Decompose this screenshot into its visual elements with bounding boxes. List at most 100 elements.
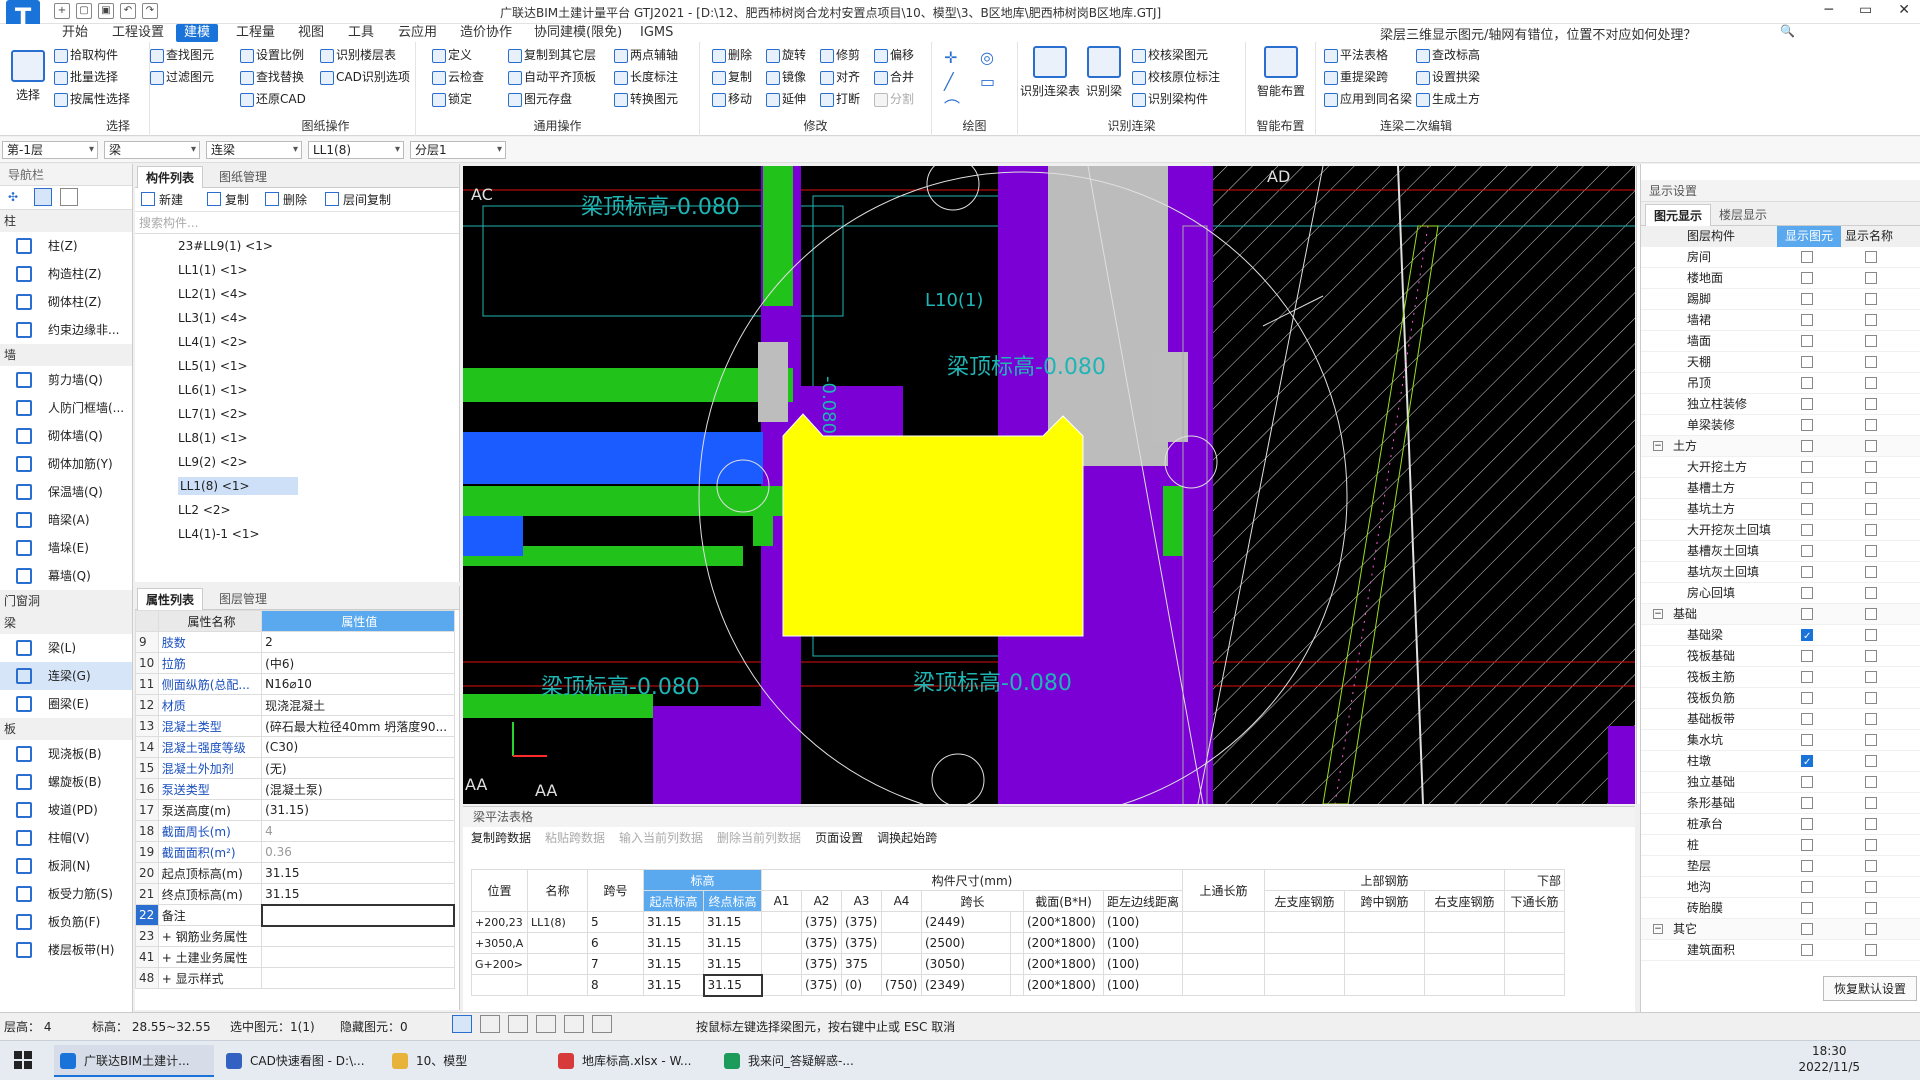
- beam-cell-a3[interactable]: 375: [841, 953, 882, 975]
- generate-earthwork-button[interactable]: 生成土方: [1414, 90, 1480, 108]
- show-name-checkbox[interactable]: [1865, 251, 1877, 263]
- show-element-checkbox[interactable]: [1801, 818, 1813, 830]
- select-by-attribute-button[interactable]: 按属性选择: [52, 90, 130, 108]
- help-question[interactable]: 梁层三维显示图元/轴网有错位，位置不对应如何处理？: [1380, 24, 1696, 43]
- merge-button[interactable]: 合并: [872, 68, 914, 86]
- property-row[interactable]: 10 拉筋 (中6): [135, 652, 455, 674]
- property-row[interactable]: 9 肢数 2: [135, 631, 455, 653]
- show-name-checkbox[interactable]: [1865, 776, 1877, 788]
- menu-view[interactable]: 视图: [298, 24, 324, 42]
- beam-cell-c3[interactable]: [1344, 974, 1426, 996]
- component-list-item[interactable]: LL1(8) <1>: [135, 474, 459, 498]
- break-button[interactable]: 打断: [818, 90, 860, 108]
- property-row[interactable]: 23 + 钢筋业务属性: [135, 925, 455, 947]
- nav-item[interactable]: 连梁(G): [0, 662, 132, 690]
- restore-cad-button[interactable]: 还原CAD: [238, 90, 306, 108]
- taskbar-app-button[interactable]: 10、模型: [386, 1045, 546, 1077]
- beam-cell-len[interactable]: (2349): [921, 974, 1011, 996]
- show-name-checkbox[interactable]: [1865, 650, 1877, 662]
- beam-cell-span[interactable]: 8: [587, 974, 644, 996]
- new-file-icon[interactable]: +: [54, 3, 70, 19]
- beam-cell-dist[interactable]: (100): [1102, 911, 1184, 933]
- minimize-icon[interactable]: ─: [1825, 2, 1833, 18]
- show-element-checkbox[interactable]: [1801, 734, 1813, 746]
- beam-table-op-button[interactable]: 复制跨数据: [471, 831, 531, 845]
- show-name-checkbox[interactable]: [1865, 461, 1877, 473]
- cloud-check-button[interactable]: 云检查: [430, 68, 484, 86]
- point-draw-icon[interactable]: ✛: [944, 48, 957, 67]
- nav-item[interactable]: 梁(L): [0, 634, 132, 662]
- beam-cell-c5[interactable]: [1504, 953, 1566, 975]
- nav-item[interactable]: 柱帽(V): [0, 824, 132, 852]
- menu-project-settings[interactable]: 工程设置: [112, 24, 164, 42]
- beam-cell-span[interactable]: 7: [587, 953, 644, 975]
- nav-item[interactable]: 板负筋(F): [0, 908, 132, 936]
- tab-layer-management[interactable]: 图层管理: [211, 588, 275, 610]
- show-element-checkbox[interactable]: [1801, 503, 1813, 515]
- property-value[interactable]: 31.15: [261, 883, 455, 905]
- dynamic-input-icon[interactable]: [592, 1015, 612, 1033]
- property-value[interactable]: 0.36: [261, 841, 455, 863]
- nav-item[interactable]: 柱(Z): [0, 232, 132, 260]
- delete-component-button[interactable]: 删除: [265, 191, 307, 208]
- show-name-checkbox[interactable]: [1865, 377, 1877, 389]
- copy-component-button[interactable]: 复制: [207, 191, 249, 208]
- menu-collab-modeling[interactable]: 协同建模(限免): [534, 24, 622, 42]
- beam-cell-sec[interactable]: (200*1800): [1023, 953, 1104, 975]
- beam-cell-dist[interactable]: (100): [1102, 953, 1184, 975]
- set-arch-beam-button[interactable]: 设置拱梁: [1414, 68, 1480, 86]
- beam-cell-sec[interactable]: (200*1800): [1023, 911, 1104, 933]
- beam-cell-c2[interactable]: [1264, 953, 1346, 975]
- menu-cloud[interactable]: 云应用: [398, 24, 437, 42]
- floor-select[interactable]: 第-1层: [2, 141, 98, 159]
- property-row[interactable]: 20 起点顶标高(m) 31.15: [135, 862, 455, 884]
- define-button[interactable]: 定义: [430, 46, 472, 64]
- beam-cell-a4[interactable]: [881, 911, 922, 933]
- show-name-checkbox[interactable]: [1865, 482, 1877, 494]
- property-row[interactable]: 19 截面面积(m²) 0.36: [135, 841, 455, 863]
- show-element-checkbox[interactable]: [1801, 314, 1813, 326]
- component-select[interactable]: LL1(8): [308, 141, 404, 159]
- tab-floor-display[interactable]: 楼层显示: [1711, 204, 1775, 226]
- show-name-checkbox[interactable]: [1865, 839, 1877, 851]
- close-icon[interactable]: ✕: [1898, 2, 1910, 18]
- beam-cell-len2[interactable]: [1009, 911, 1025, 933]
- show-name-checkbox[interactable]: [1865, 860, 1877, 872]
- beam-table-row[interactable]: +3050,A 6 31.15 31.15 (375) (375) (2500) (200*1…: [471, 932, 1566, 954]
- property-row[interactable]: 41 + 土建业务属性: [135, 946, 455, 968]
- beam-table-op-button[interactable]: 删除当前列数据: [717, 831, 801, 845]
- beam-cell-c1[interactable]: [1182, 911, 1266, 933]
- copy-between-floors-button[interactable]: 层间复制: [325, 191, 391, 208]
- angle-icon[interactable]: [536, 1015, 556, 1033]
- show-name-checkbox[interactable]: [1865, 314, 1877, 326]
- nav-category[interactable]: 墙: [0, 344, 132, 366]
- show-name-checkbox[interactable]: [1865, 734, 1877, 746]
- show-element-checkbox[interactable]: [1801, 860, 1813, 872]
- select-tool-button[interactable]: 选择: [8, 50, 48, 103]
- beam-cell-dist[interactable]: (100): [1102, 974, 1184, 996]
- beam-cell-a1[interactable]: [761, 974, 802, 996]
- sublayer-select[interactable]: 分层1: [410, 141, 506, 159]
- component-list-item[interactable]: 23#LL9(1) <1>: [135, 234, 459, 258]
- component-list-item[interactable]: LL4(1)-1 <1>: [135, 522, 459, 546]
- check-annotation-button[interactable]: 校核原位标注: [1130, 68, 1220, 86]
- beam-table-row[interactable]: 8 31.15 31.15 (375) (0) (750) (2349) (200*1800)…: [471, 973, 1566, 997]
- show-element-checkbox[interactable]: [1801, 650, 1813, 662]
- mirror-button[interactable]: 镜像: [764, 68, 806, 86]
- offset-icon[interactable]: [564, 1015, 584, 1033]
- open-file-icon[interactable]: ▢: [76, 3, 92, 19]
- two-point-axis-button[interactable]: 两点辅轴: [612, 46, 678, 64]
- beam-cell-pos[interactable]: +3050,A: [471, 932, 528, 954]
- property-value[interactable]: (混凝土泵): [261, 778, 455, 800]
- show-name-checkbox[interactable]: [1865, 545, 1877, 557]
- beam-cell-name[interactable]: [527, 974, 588, 996]
- drawing-canvas[interactable]: AC AD AA AA 梁顶标高-0.080 梁顶标高-0.080 梁顶标高-0…: [463, 166, 1635, 804]
- collapse-icon[interactable]: −: [1653, 441, 1663, 451]
- undo-icon[interactable]: ↶: [120, 3, 136, 19]
- collapse-icon[interactable]: −: [1653, 924, 1663, 934]
- show-name-checkbox[interactable]: [1865, 419, 1877, 431]
- show-name-checkbox[interactable]: [1865, 818, 1877, 830]
- beam-cell-name[interactable]: LL1(8): [527, 911, 588, 933]
- taskbar-app-button[interactable]: 我来问_答疑解惑-...: [718, 1045, 878, 1077]
- copy-button[interactable]: 复制: [710, 68, 752, 86]
